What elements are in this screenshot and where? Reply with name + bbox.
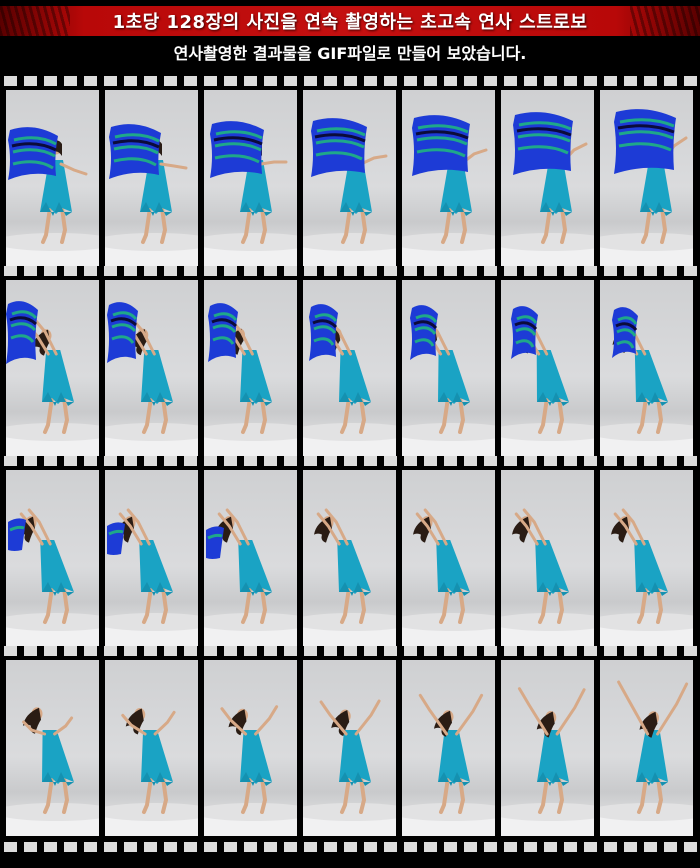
- photo-frame: [105, 90, 198, 266]
- photo-frame: [105, 280, 198, 456]
- photo-frame: [600, 470, 693, 646]
- dancer-photo: [6, 127, 99, 266]
- photo-frame: [402, 660, 495, 836]
- dancer-photo: [105, 124, 198, 266]
- dancer-photo: [6, 707, 99, 836]
- photo-frame: [6, 280, 99, 456]
- dancer-photo: [204, 705, 297, 836]
- dancer-photo: [501, 687, 594, 836]
- photo-frame: [402, 280, 495, 456]
- photo-frame: [204, 660, 297, 836]
- photo-frame: [600, 90, 693, 266]
- photo-frame: [105, 660, 198, 836]
- dancer-photo: [204, 303, 297, 456]
- dancer-photo: [204, 508, 297, 646]
- dancer-photo: [303, 304, 396, 456]
- dancer-photo: [303, 508, 396, 646]
- photo-frame: [501, 90, 594, 266]
- photo-frame: [105, 470, 198, 646]
- photo-frame: [303, 470, 396, 646]
- photo-frame: [204, 280, 297, 456]
- dancer-photo: [402, 508, 495, 646]
- photo-frame: [600, 280, 693, 456]
- title-banner: 1초당 128장의 사진을 연속 촬영하는 초고속 연사 스트로보: [0, 6, 700, 36]
- photo-frame: [204, 90, 297, 266]
- photo-frame: [402, 470, 495, 646]
- dancer-photo: [303, 699, 396, 836]
- dancer-photo: [600, 307, 693, 456]
- photo-frame: [501, 660, 594, 836]
- dancer-photo: [402, 693, 495, 836]
- film-perforation-row: [0, 456, 700, 466]
- dancer-photo: [402, 305, 495, 456]
- film-perforation-row: [0, 842, 700, 852]
- photo-frame: [6, 660, 99, 836]
- photo-frame: [303, 660, 396, 836]
- page-subtitle: 연사촬영한 결과물을 GIF파일로 만들어 보았습니다.: [173, 44, 527, 63]
- photo-frame: [402, 90, 495, 266]
- dancer-photo: [501, 112, 594, 266]
- dancer-photo: [402, 115, 495, 266]
- dancer-photo: [303, 118, 396, 266]
- film-perforation-row: [0, 76, 700, 86]
- film-perforation-row: [0, 646, 700, 656]
- dancer-photo: [600, 109, 693, 266]
- photo-frame: [600, 660, 693, 836]
- dancer-photo: [600, 680, 693, 836]
- photo-frame: [501, 470, 594, 646]
- photo-frame: [6, 90, 99, 266]
- photo-frame: [501, 280, 594, 456]
- photo-frame: [303, 280, 396, 456]
- photo-frame: [204, 470, 297, 646]
- dancer-photo: [6, 301, 99, 456]
- dancer-photo: [105, 508, 198, 646]
- photo-frame: [6, 470, 99, 646]
- film-perforation-row: [0, 266, 700, 276]
- dancer-photo: [204, 121, 297, 266]
- dancer-photo: [501, 306, 594, 456]
- dancer-photo: [6, 508, 99, 646]
- dancer-photo: [105, 708, 198, 836]
- dancer-photo: [105, 302, 198, 456]
- dancer-photo: [501, 508, 594, 646]
- page-title: 1초당 128장의 사진을 연속 촬영하는 초고속 연사 스트로보: [112, 12, 588, 33]
- dancer-photo: [600, 508, 693, 646]
- photo-frame: [303, 90, 396, 266]
